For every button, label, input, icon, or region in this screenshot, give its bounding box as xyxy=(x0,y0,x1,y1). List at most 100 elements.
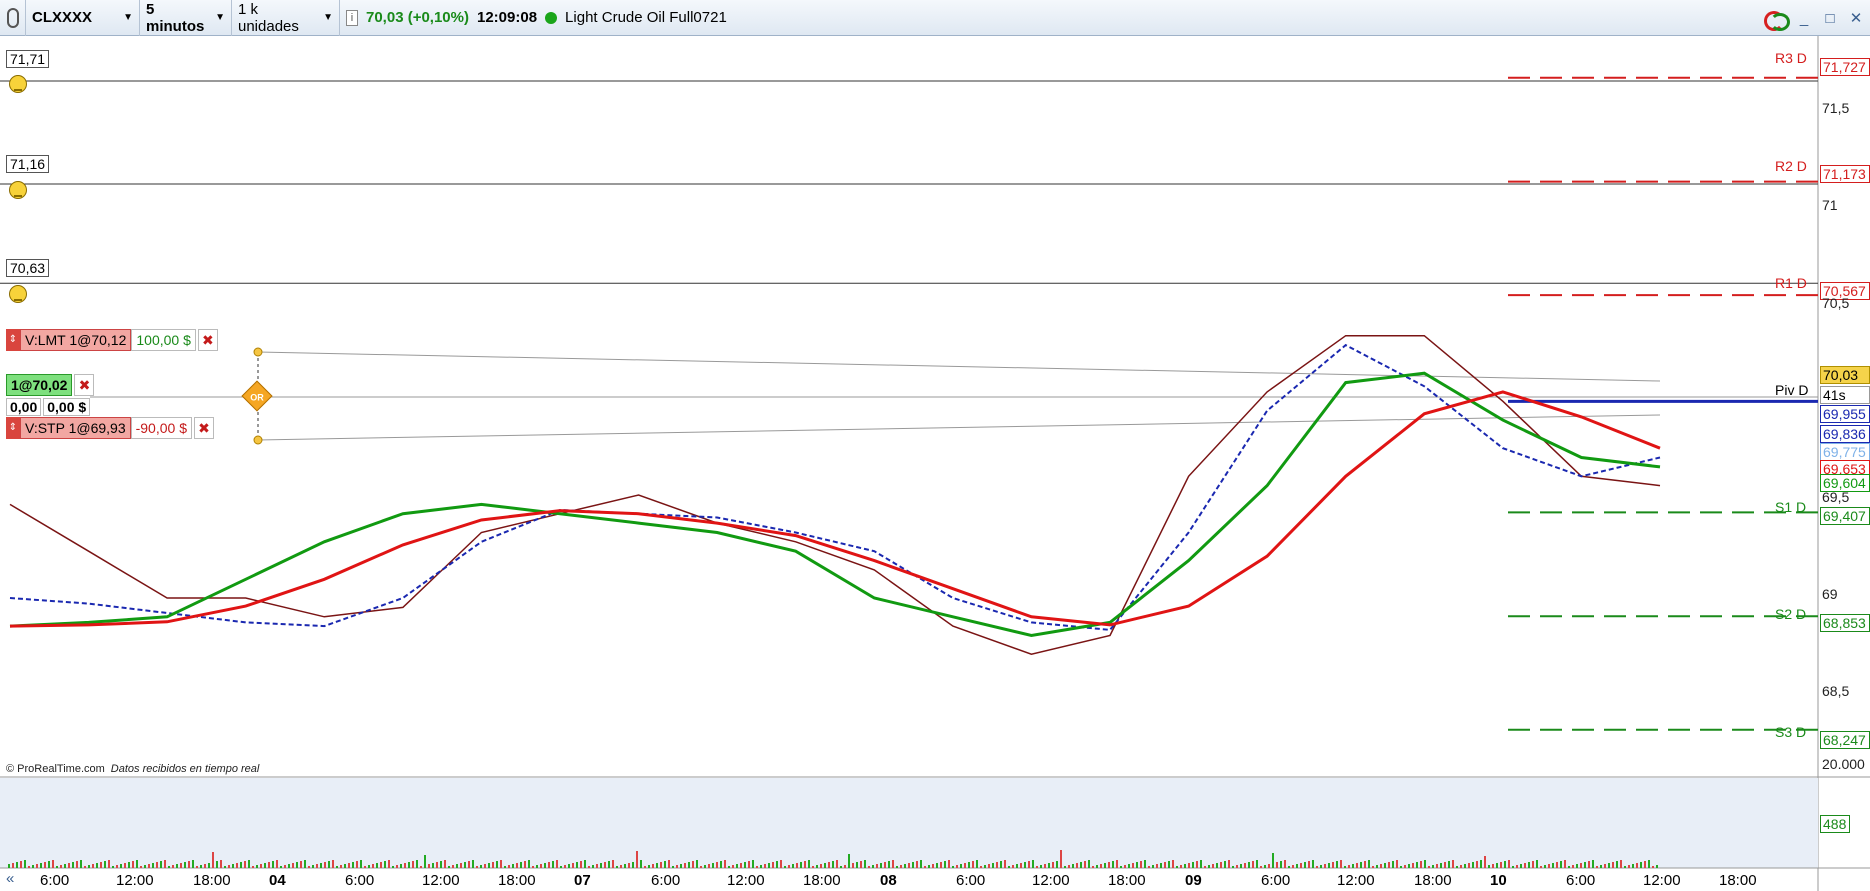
volume-bar xyxy=(1092,866,1094,868)
volume-bar xyxy=(260,864,262,868)
volume-bar xyxy=(388,860,390,868)
volume-bar xyxy=(160,861,162,868)
volume-bar xyxy=(1456,866,1458,868)
time-tick: 07 xyxy=(574,872,591,889)
stop-order-tag[interactable]: ⇕ V:STP 1@69,93 -90,00 $ ✖ xyxy=(6,417,214,439)
volume-bar xyxy=(1512,866,1514,868)
alert-level-label[interactable]: 71,16 xyxy=(6,155,50,173)
volume-bar xyxy=(788,865,790,868)
volume-bar xyxy=(728,866,730,868)
volume-bar xyxy=(1424,860,1426,868)
volume-bar xyxy=(1196,861,1198,868)
volume-bar xyxy=(132,861,134,868)
volume-bar xyxy=(1072,864,1074,868)
cancel-limit-order-button[interactable]: ✖ xyxy=(197,329,218,351)
volume-bar xyxy=(1632,864,1634,868)
volume-bar xyxy=(800,862,802,868)
interval-selector[interactable]: 5 minutos ▼ xyxy=(140,0,232,36)
volume-bar xyxy=(688,862,690,868)
volume-bar xyxy=(936,863,938,868)
volume-bar xyxy=(796,863,798,868)
volume-bar xyxy=(24,860,26,868)
drag-handle-icon[interactable]: ⇕ xyxy=(6,417,20,439)
limit-order-tag[interactable]: ⇕ V:LMT 1@70,12 100,00 $ ✖ xyxy=(6,329,218,351)
volume-bar xyxy=(672,866,674,868)
close-button[interactable]: ✕ xyxy=(1848,9,1864,27)
symbol-selector[interactable]: CLXXXX ▼ xyxy=(26,0,140,36)
volume-bar xyxy=(1504,861,1506,868)
volume-bar xyxy=(416,860,418,868)
bell-icon[interactable] xyxy=(9,285,27,303)
oco-tag-label: OR xyxy=(250,392,264,403)
volume-bar xyxy=(1048,863,1050,868)
volume-bar xyxy=(308,866,310,868)
pivot-label-r1: R1 D xyxy=(1775,275,1807,291)
position-tag[interactable]: 1@70,02 ✖ xyxy=(6,374,95,396)
volume-bar xyxy=(1384,863,1386,868)
minimize-button[interactable]: _ xyxy=(1796,10,1812,27)
maximize-button[interactable]: □ xyxy=(1822,10,1838,27)
volume-bar xyxy=(1036,866,1038,868)
volume-bar xyxy=(492,862,494,868)
volume-bar xyxy=(988,864,990,868)
drag-handle-icon[interactable]: ⇕ xyxy=(6,329,20,351)
volume-bar xyxy=(964,863,966,868)
volume-bar xyxy=(1148,866,1150,868)
alert-level-label[interactable]: 70,63 xyxy=(6,259,50,277)
bell-icon[interactable] xyxy=(9,181,27,199)
volume-bar xyxy=(344,864,346,868)
cancel-stop-order-button[interactable]: ✖ xyxy=(193,417,214,439)
volume-bar xyxy=(1344,866,1346,868)
close-position-button[interactable]: ✖ xyxy=(74,374,95,396)
volume-bar xyxy=(640,860,642,868)
bell-icon[interactable] xyxy=(9,75,27,93)
volume-bar xyxy=(332,860,334,868)
volume-bar xyxy=(848,854,850,868)
volume-bar xyxy=(1380,864,1382,868)
volume-bar xyxy=(200,865,202,868)
live-status-icon xyxy=(545,11,558,24)
volume-bar xyxy=(1144,860,1146,868)
sync-icon[interactable] xyxy=(1762,9,1790,31)
volume-bar xyxy=(860,861,862,868)
volume-bar xyxy=(1324,864,1326,868)
price-chart[interactable] xyxy=(0,36,1870,891)
volume-bar xyxy=(1392,861,1394,868)
volume-bar xyxy=(1272,853,1274,868)
volume-bar xyxy=(1624,866,1626,868)
instrument-name: Light Crude Oil Full0721 xyxy=(565,9,727,26)
time-tick: 18:00 xyxy=(193,872,231,889)
info-icon[interactable]: i xyxy=(346,9,358,26)
volume-bar xyxy=(1596,866,1598,868)
volume-bar xyxy=(1352,864,1354,868)
volume-bar xyxy=(152,863,154,868)
volume-bar xyxy=(1280,861,1282,868)
volume-bar xyxy=(76,861,78,868)
volume-bar xyxy=(904,864,906,868)
chevron-down-icon: ▼ xyxy=(123,12,133,23)
volume-bar xyxy=(1232,866,1234,868)
volume-bar xyxy=(676,865,678,868)
volume-bar xyxy=(1116,860,1118,868)
volume-bar xyxy=(1432,865,1434,868)
volume-bar xyxy=(1524,863,1526,868)
volume-bar xyxy=(504,866,506,868)
alert-level-label[interactable]: 71,71 xyxy=(6,50,50,68)
volume-bar xyxy=(196,866,198,868)
time-tick: 6:00 xyxy=(1566,872,1596,889)
volume-bar xyxy=(940,862,942,868)
volume-bar xyxy=(460,863,462,868)
volume-bar xyxy=(1308,861,1310,868)
volume-bar xyxy=(740,863,742,868)
volume-bar xyxy=(720,861,722,868)
volume-bar xyxy=(992,863,994,868)
volume-bar xyxy=(352,862,354,868)
volume-bar xyxy=(944,861,946,868)
scroll-left-button[interactable]: « xyxy=(6,870,14,887)
pivot-label-r2: R2 D xyxy=(1775,158,1807,174)
link-icon[interactable] xyxy=(0,0,26,36)
volume-bar xyxy=(592,865,594,868)
units-selector[interactable]: 1 k unidades ▼ xyxy=(232,0,340,36)
limit-order-label: V:LMT 1@70,12 xyxy=(20,329,132,351)
volume-bar xyxy=(564,865,566,868)
